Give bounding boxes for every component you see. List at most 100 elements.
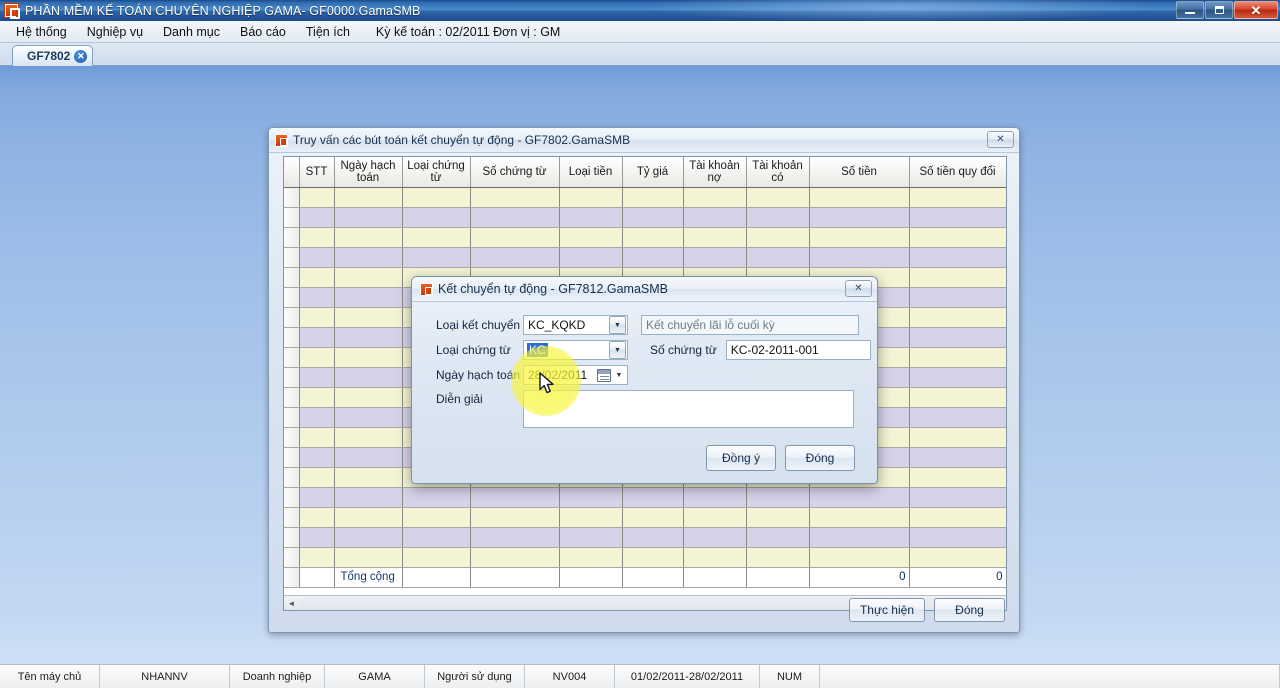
grid-cell[interactable] [909, 307, 1006, 328]
row-header-cell[interactable] [284, 347, 300, 368]
grid-cell[interactable] [334, 527, 403, 548]
loai-chung-tu-combobox[interactable]: KC ▼ [523, 340, 628, 360]
grid-cell[interactable] [470, 247, 560, 268]
grid-cell[interactable] [299, 307, 335, 328]
grid-cell[interactable] [334, 487, 403, 508]
grid-cell[interactable] [683, 547, 747, 568]
grid-cell[interactable] [622, 507, 684, 528]
grid-cell[interactable] [334, 247, 403, 268]
col-header-loai-tien[interactable]: Loại tiền [559, 157, 623, 188]
query-window-titlebar[interactable]: Truy vấn các bút toán kết chuyển tự động… [269, 128, 1019, 153]
grid-cell[interactable] [909, 347, 1006, 368]
grid-cell[interactable] [402, 247, 471, 268]
grid-cell[interactable] [746, 187, 810, 208]
table-row[interactable] [284, 247, 1006, 268]
row-header-cell[interactable] [284, 247, 300, 268]
menu-item-tien-ich[interactable]: Tiện ích [296, 23, 360, 41]
grid-cell[interactable] [909, 327, 1006, 348]
grid-cell[interactable] [909, 467, 1006, 488]
grid-cell[interactable] [470, 527, 560, 548]
grid-cell[interactable] [299, 187, 335, 208]
dialog-titlebar[interactable]: Kết chuyển tự động - GF7812.GamaSMB ✕ [412, 277, 877, 302]
table-row[interactable] [284, 507, 1006, 528]
grid-cell[interactable] [746, 507, 810, 528]
grid-cell[interactable] [809, 487, 910, 508]
chevron-down-icon[interactable]: ▼ [609, 341, 626, 359]
grid-cell[interactable] [334, 407, 403, 428]
dien-giai-textarea[interactable] [523, 390, 854, 428]
grid-cell[interactable] [334, 307, 403, 328]
col-header-tai-khoan-co[interactable]: Tài khoản có [746, 157, 810, 188]
grid-cell[interactable] [334, 387, 403, 408]
col-header-so-tien-quy-doi[interactable]: Số tiền quy đổi [909, 157, 1006, 188]
grid-cell[interactable] [909, 407, 1006, 428]
maximize-button[interactable] [1205, 1, 1233, 19]
grid-cell[interactable] [299, 247, 335, 268]
grid-cell[interactable] [402, 547, 471, 568]
col-header-tai-khoan-no[interactable]: Tài khoản nợ [683, 157, 747, 188]
grid-cell[interactable] [909, 207, 1006, 228]
grid-cell[interactable] [299, 427, 335, 448]
grid-cell[interactable] [683, 507, 747, 528]
grid-cell[interactable] [909, 527, 1006, 548]
grid-cell[interactable] [909, 487, 1006, 508]
grid-cell[interactable] [470, 227, 560, 248]
grid-cell[interactable] [909, 447, 1006, 468]
grid-cell[interactable] [334, 327, 403, 348]
ngay-hach-toan-datepicker[interactable]: 28/02/2011 ▼ [523, 365, 628, 385]
cancel-button[interactable]: Đóng [785, 445, 855, 471]
grid-cell[interactable] [470, 187, 560, 208]
table-row[interactable] [284, 547, 1006, 568]
grid-cell[interactable] [559, 547, 623, 568]
grid-cell[interactable] [809, 507, 910, 528]
grid-cell[interactable] [559, 227, 623, 248]
grid-cell[interactable] [299, 207, 335, 228]
grid-cell[interactable] [909, 547, 1006, 568]
minimize-button[interactable] [1176, 1, 1204, 19]
grid-cell[interactable] [683, 227, 747, 248]
row-header-cell[interactable] [284, 267, 300, 288]
row-header-cell[interactable] [284, 367, 300, 388]
grid-cell[interactable] [470, 487, 560, 508]
grid-cell[interactable] [299, 287, 335, 308]
close-window-button[interactable]: ✕ [1234, 1, 1278, 19]
grid-cell[interactable] [299, 227, 335, 248]
grid-cell[interactable] [746, 547, 810, 568]
row-header-cell[interactable] [284, 387, 300, 408]
grid-cell[interactable] [334, 507, 403, 528]
grid-cell[interactable] [683, 207, 747, 228]
grid-cell[interactable] [402, 207, 471, 228]
grid-cell[interactable] [334, 367, 403, 388]
grid-cell[interactable] [746, 227, 810, 248]
grid-cell[interactable] [299, 447, 335, 468]
grid-cell[interactable] [559, 207, 623, 228]
dialog-close-button[interactable]: ✕ [845, 280, 872, 297]
grid-cell[interactable] [299, 487, 335, 508]
tab-gf7802[interactable]: GF7802 ✕ [12, 45, 94, 66]
table-row[interactable] [284, 527, 1006, 548]
grid-cell[interactable] [334, 467, 403, 488]
grid-cell[interactable] [334, 227, 403, 248]
row-header-cell[interactable] [284, 427, 300, 448]
row-header-cell[interactable] [284, 467, 300, 488]
row-header-cell[interactable] [284, 547, 300, 568]
chevron-down-icon[interactable]: ▼ [609, 316, 626, 334]
col-header-so-chung-tu[interactable]: Số chứng từ [470, 157, 560, 188]
row-header-cell[interactable] [284, 307, 300, 328]
grid-cell[interactable] [334, 287, 403, 308]
grid-cell[interactable] [299, 327, 335, 348]
grid-cell[interactable] [402, 527, 471, 548]
grid-cell[interactable] [909, 187, 1006, 208]
grid-cell[interactable] [909, 227, 1006, 248]
grid-cell[interactable] [746, 247, 810, 268]
col-header-stt[interactable]: STT [299, 157, 335, 188]
row-header-cell[interactable] [284, 187, 300, 208]
table-row[interactable] [284, 207, 1006, 228]
grid-cell[interactable] [470, 547, 560, 568]
col-header-loai-chung-tu[interactable]: Loại chứng từ [402, 157, 471, 188]
col-header-so-tien[interactable]: Số tiền [809, 157, 910, 188]
grid-cell[interactable] [334, 187, 403, 208]
row-header-cell[interactable] [284, 287, 300, 308]
grid-cell[interactable] [622, 547, 684, 568]
close-button[interactable]: Đóng [934, 598, 1005, 622]
